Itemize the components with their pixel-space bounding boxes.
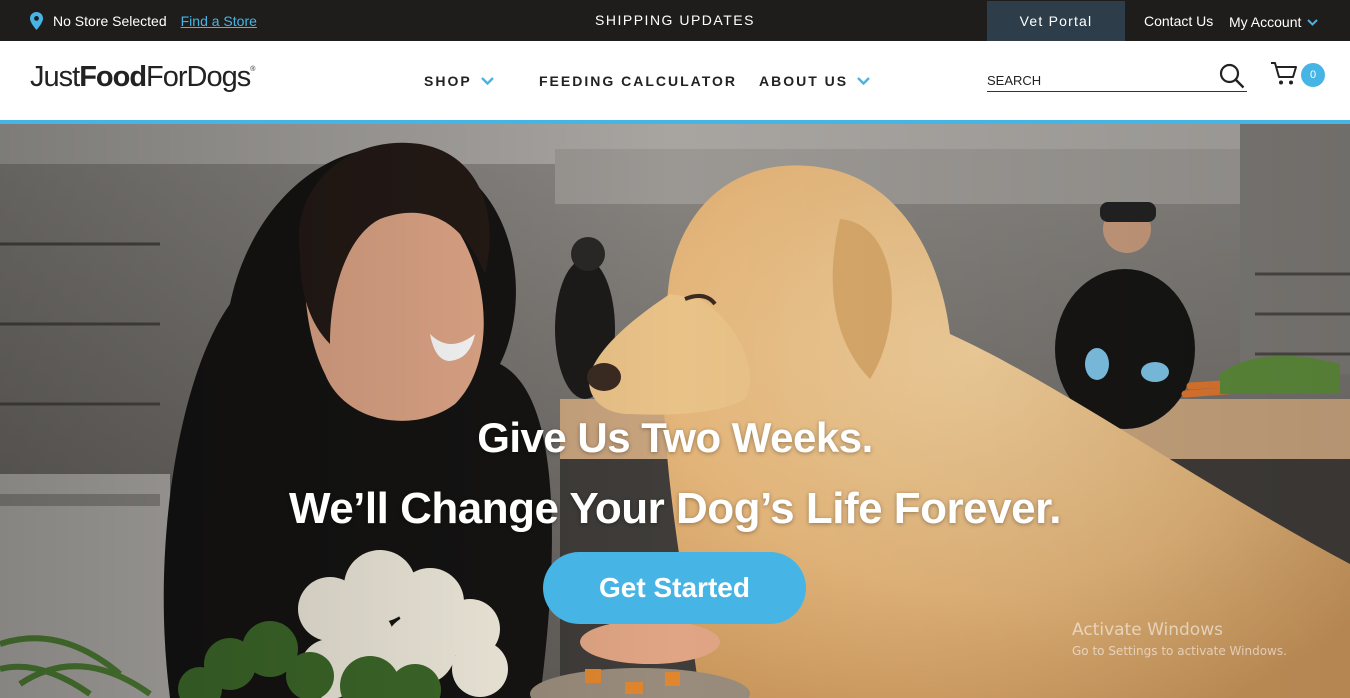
utility-bar: No Store Selected Find a Store SHIPPING … bbox=[0, 0, 1350, 41]
hero-banner: Give Us Two Weeks. We’ll Change Your Dog… bbox=[0, 124, 1350, 698]
chevron-down-icon bbox=[1307, 19, 1319, 26]
search-bar bbox=[987, 63, 1247, 92]
logo-registered-mark: ® bbox=[250, 66, 256, 74]
watermark-title: Activate Windows bbox=[1072, 620, 1223, 640]
logo-food: Food bbox=[79, 61, 147, 93]
search-input[interactable] bbox=[987, 66, 1212, 88]
nav-feeding-calculator[interactable]: FEEDING CALCULATOR bbox=[539, 41, 737, 120]
chevron-down-icon bbox=[857, 76, 870, 85]
cart-button[interactable] bbox=[1270, 61, 1298, 92]
store-selector: No Store Selected Find a Store bbox=[30, 0, 257, 41]
map-pin-icon bbox=[30, 11, 43, 30]
nav-shop-label: SHOP bbox=[424, 72, 472, 89]
site-header: JustFoodForDogs® SHOP FEEDING CALCULATOR… bbox=[0, 41, 1350, 120]
find-store-link[interactable]: Find a Store bbox=[181, 13, 257, 29]
logo-fordogs: ForDogs bbox=[146, 61, 251, 93]
nav-feeding-calculator-label: FEEDING CALCULATOR bbox=[539, 72, 738, 89]
vet-portal-button[interactable]: Vet Portal bbox=[987, 1, 1125, 41]
nav-about-us[interactable]: ABOUT US bbox=[759, 41, 870, 120]
chevron-down-icon bbox=[480, 76, 494, 85]
search-icon bbox=[1219, 63, 1245, 89]
my-account-label: My Account bbox=[1229, 13, 1302, 30]
cart-icon bbox=[1271, 62, 1297, 85]
hero-subheadline: We’ll Change Your Dog’s Life Forever. bbox=[288, 484, 1062, 533]
watermark-subtitle: Go to Settings to activate Windows. bbox=[1072, 644, 1287, 658]
contact-us-link[interactable]: Contact Us bbox=[1144, 0, 1213, 41]
my-account-menu[interactable]: My Account bbox=[1229, 0, 1319, 41]
shipping-updates-link[interactable]: SHIPPING UPDATES bbox=[520, 0, 830, 41]
cart-count-badge: 0 bbox=[1301, 63, 1325, 87]
get-started-button[interactable]: Get Started bbox=[543, 552, 806, 624]
hero-headline: Give Us Two Weeks. bbox=[477, 414, 873, 461]
os-activation-watermark: Activate Windows Go to Settings to activ… bbox=[1072, 620, 1287, 658]
logo-just: Just bbox=[30, 61, 80, 93]
nav-shop[interactable]: SHOP bbox=[424, 41, 494, 120]
site-logo[interactable]: JustFoodForDogs® bbox=[30, 61, 255, 97]
store-status-text: No Store Selected bbox=[53, 12, 167, 29]
nav-about-us-label: ABOUT US bbox=[759, 72, 849, 89]
search-button[interactable] bbox=[1219, 63, 1245, 94]
